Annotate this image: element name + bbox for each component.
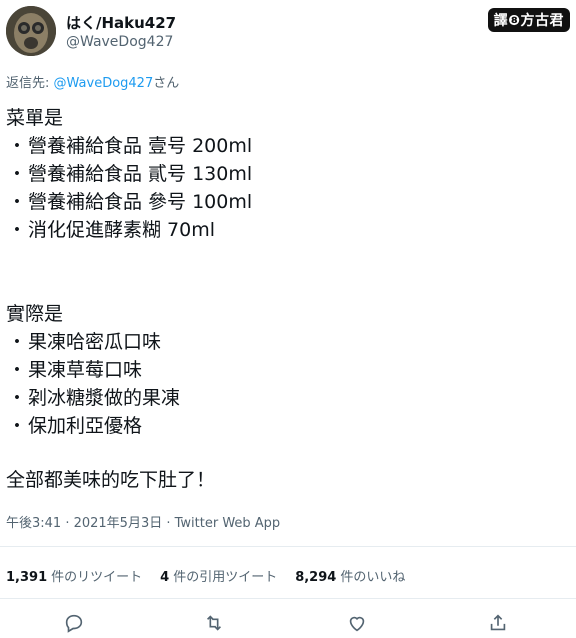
- quotes-stat[interactable]: 4 件の引用ツイート: [160, 566, 277, 585]
- list-item: ・營養補給食品 壹号 200ml: [6, 132, 570, 160]
- reply-icon[interactable]: [63, 612, 85, 634]
- list-item: ・果凍哈密瓜口味: [6, 328, 570, 356]
- list-item: ・營養補給食品 貳号 130ml: [6, 160, 570, 188]
- user-handle[interactable]: @WaveDog427: [66, 34, 173, 50]
- bullet: ・: [7, 387, 27, 409]
- likes-label: 件のいいね: [340, 570, 406, 585]
- closing-line: 全部都美味的吃下肚了！: [6, 469, 216, 491]
- retweet-icon[interactable]: [203, 612, 225, 634]
- display-name[interactable]: はく/Haku427: [66, 12, 176, 33]
- reply-prefix: 返信先:: [6, 76, 54, 91]
- bullet: ・: [7, 191, 27, 213]
- actual-item: 果凍草莓口味: [28, 359, 143, 381]
- actual-item: 果凍哈密瓜口味: [28, 331, 162, 353]
- actual-title: 實際是: [6, 303, 64, 325]
- actual-item: 刴冰糖漿做的果凍: [28, 387, 181, 409]
- retweets-count: 1,391: [6, 570, 48, 585]
- divider: [0, 598, 576, 599]
- likes-stat[interactable]: 8,294 件のいいね: [295, 566, 405, 585]
- menu-title: 菜單是: [6, 107, 64, 129]
- bullet: ・: [7, 219, 27, 241]
- quotes-count: 4: [160, 570, 170, 585]
- divider: [0, 546, 576, 547]
- reply-mention-link[interactable]: @WaveDog427: [54, 76, 154, 91]
- menu-item: 營養補給食品 貳号 130ml: [28, 163, 253, 185]
- bullet: ・: [7, 359, 27, 381]
- bullet: ・: [7, 331, 27, 353]
- list-item: ・消化促進酵素糊 70ml: [6, 216, 570, 244]
- list-item: ・保加利亞優格: [6, 412, 570, 440]
- bullet: ・: [7, 135, 27, 157]
- menu-item: 營養補給食品 參号 100ml: [28, 191, 253, 213]
- quotes-label: 件の引用ツイート: [173, 570, 278, 585]
- list-item: ・果凍草莓口味: [6, 356, 570, 384]
- menu-item: 營養補給食品 壹号 200ml: [28, 135, 253, 157]
- bullet: ・: [7, 163, 27, 185]
- reply-suffix: さん: [153, 76, 180, 91]
- reply-to-line: 返信先: @WaveDog427さん: [6, 72, 179, 91]
- menu-item: 消化促進酵素糊 70ml: [28, 219, 216, 241]
- tweet-header: はく/Haku427 @WaveDog427 譯❽方古君: [6, 6, 570, 62]
- like-icon[interactable]: [346, 612, 368, 634]
- tweet-timestamp[interactable]: 午後3:41 · 2021年5月3日 · Twitter Web App: [6, 512, 280, 531]
- avatar[interactable]: [6, 6, 56, 56]
- tweet-body: 菜單是 ・營養補給食品 壹号 200ml ・營養補給食品 貳号 130ml ・營…: [6, 104, 570, 494]
- likes-count: 8,294: [295, 570, 337, 585]
- action-bar: [0, 604, 576, 634]
- list-item: ・刴冰糖漿做的果凍: [6, 384, 570, 412]
- translator-badge: 譯❽方古君: [487, 8, 570, 32]
- retweets-stat[interactable]: 1,391 件のリツイート: [6, 566, 142, 585]
- share-icon[interactable]: [487, 612, 509, 634]
- bullet: ・: [7, 415, 27, 437]
- retweets-label: 件のリツイート: [51, 570, 143, 585]
- actual-item: 保加利亞優格: [28, 415, 143, 437]
- engagement-stats: 1,391 件のリツイート 4 件の引用ツイート 8,294 件のいいね: [6, 566, 405, 585]
- list-item: ・營養補給食品 參号 100ml: [6, 188, 570, 216]
